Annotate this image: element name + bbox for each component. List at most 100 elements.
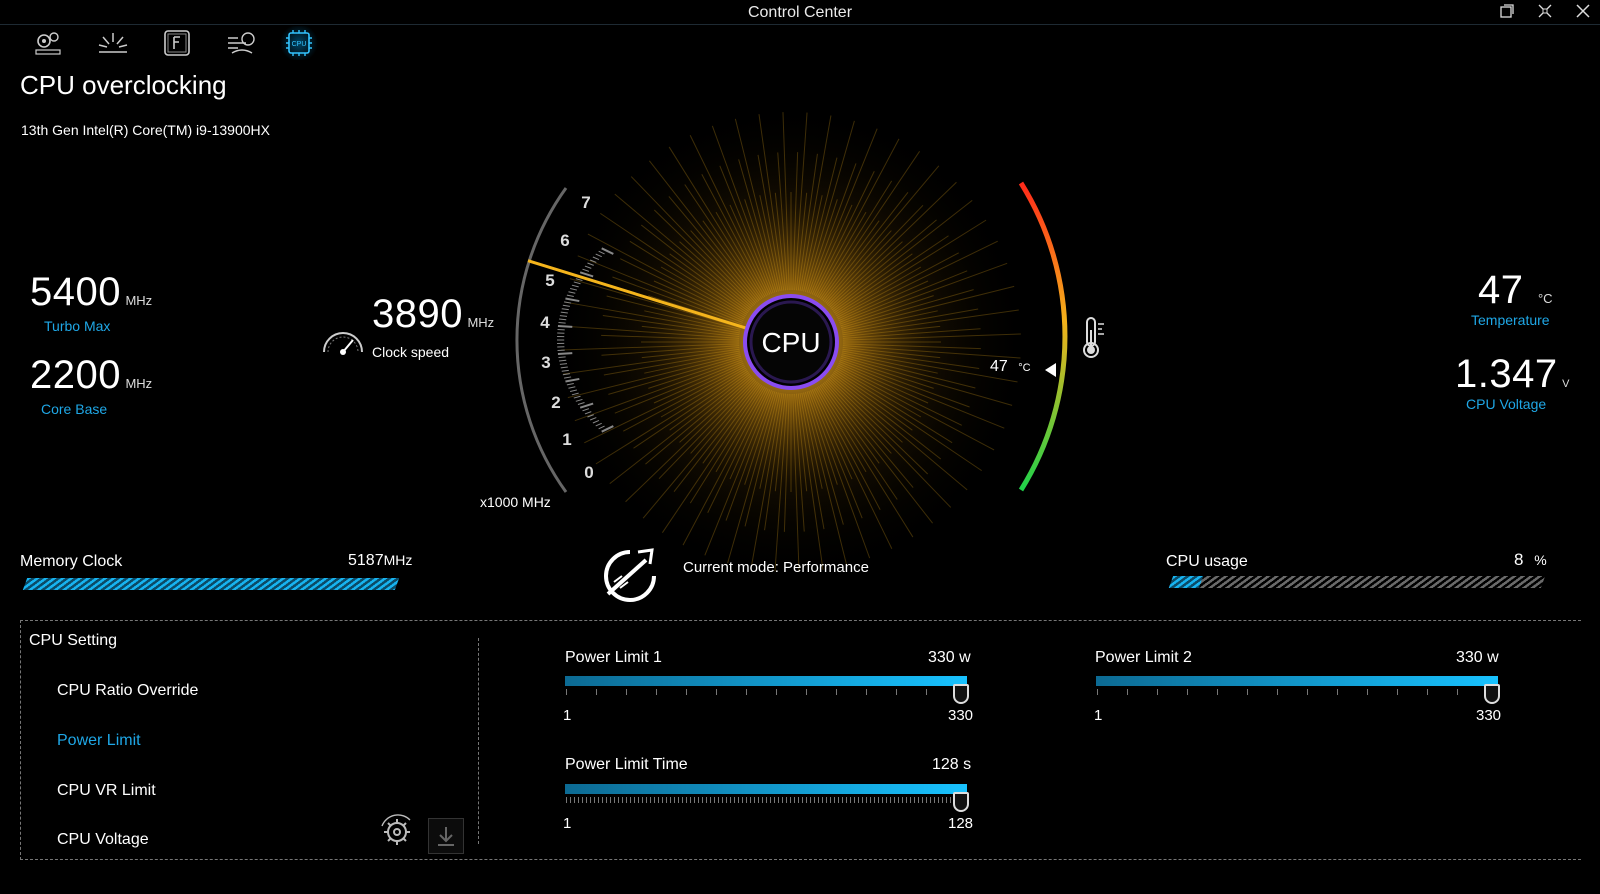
memory-clock-value: 5187 xyxy=(348,552,384,569)
pl1-ticks xyxy=(566,689,958,695)
plt-slider-thumb[interactable] xyxy=(953,792,969,812)
pl1-slider[interactable] xyxy=(565,676,967,686)
pl1-value: 330 xyxy=(928,649,955,666)
tick-label-1: 1 xyxy=(562,430,571,449)
pl1-min: 1 xyxy=(563,707,572,724)
pl1-readout: 330 w xyxy=(928,649,971,667)
pl1-slider-thumb[interactable] xyxy=(953,684,969,704)
clock-speed-unit: MHz xyxy=(467,315,495,330)
voltage-value: 1.347 xyxy=(1455,352,1558,396)
memory-clock-readout: 5187MHz xyxy=(348,552,412,570)
plt-slider-fill xyxy=(565,784,967,794)
cpu-center-label: CPU xyxy=(761,327,820,358)
tick-label-4: 4 xyxy=(540,313,550,332)
pl2-slider[interactable] xyxy=(1096,676,1498,686)
plt-readout: 128 s xyxy=(932,756,971,774)
pl1-max: 330 xyxy=(948,707,974,724)
menu-power-limit[interactable]: Power Limit xyxy=(57,732,141,750)
pl1-unit: w xyxy=(959,649,971,666)
memory-clock-bar xyxy=(22,578,400,590)
menu-cpu-voltage[interactable]: CPU Voltage xyxy=(57,831,149,849)
thermometer-icon xyxy=(1080,316,1106,365)
fan-icon[interactable] xyxy=(220,26,262,60)
memory-clock-label: Memory Clock xyxy=(20,553,123,570)
core-base-label: Core Base xyxy=(41,401,108,417)
temperature-label: Temperature xyxy=(1471,312,1550,328)
menu-cpu-ratio-override[interactable]: CPU Ratio Override xyxy=(57,682,198,700)
tick-label-0: 0 xyxy=(584,463,593,482)
core-base-stat: 2200 MHz xyxy=(30,353,152,398)
cpu-setting-title: CPU Setting xyxy=(29,632,118,649)
temperature-pointer xyxy=(1045,363,1056,377)
pl2-max: 330 xyxy=(1476,707,1502,724)
compact-icon[interactable] xyxy=(1530,0,1560,22)
clock-speed-label: Clock speed xyxy=(372,344,450,360)
core-base-value: 2200 xyxy=(30,353,121,397)
plt-unit: s xyxy=(963,756,972,773)
tick-label-3: 3 xyxy=(541,353,550,372)
page-title: CPU overclocking xyxy=(20,70,227,100)
svg-text:CPU: CPU xyxy=(292,41,307,48)
gauge-temp-readout: 47 °C xyxy=(990,358,1031,376)
gauge-scale-label: x1000 MHz xyxy=(480,494,551,510)
cpu-usage-value: 8 xyxy=(1514,550,1524,569)
cpu-usage-unit: % xyxy=(1534,552,1547,568)
pl2-slider-fill xyxy=(1096,676,1498,686)
turbo-max-unit: MHz xyxy=(125,293,153,308)
cpu-usage-label: CPU usage xyxy=(1166,553,1248,570)
memory-clock-bar-fill xyxy=(22,578,400,590)
restore-icon[interactable] xyxy=(1492,0,1522,22)
gauge-temp-value: 47 xyxy=(990,358,1008,375)
tick-label-6: 6 xyxy=(560,231,569,250)
download-icon[interactable] xyxy=(428,818,464,854)
speedometer-icon xyxy=(320,318,366,363)
memory-clock-unit: MHz xyxy=(383,552,413,568)
pl1-slider-fill xyxy=(565,676,967,686)
plt-ticks xyxy=(566,797,958,803)
pl2-ticks xyxy=(1097,689,1489,695)
pl2-unit: w xyxy=(1487,649,1499,666)
pl2-label: Power Limit 2 xyxy=(1095,649,1192,666)
panel-divider xyxy=(478,638,479,844)
window-title: Control Center xyxy=(747,4,853,21)
performance-mode-icon xyxy=(600,546,660,611)
cpu-usage-bar xyxy=(1168,576,1546,588)
clock-speed-stat: 3890 MHz xyxy=(372,292,494,337)
pl2-slider-thumb[interactable] xyxy=(1484,684,1500,704)
settings-icon[interactable] xyxy=(27,26,69,60)
pl2-min: 1 xyxy=(1094,707,1103,724)
plt-slider[interactable] xyxy=(565,784,967,794)
temperature-unit: °C xyxy=(1537,291,1553,306)
tick-label-7: 7 xyxy=(581,193,590,212)
gauge-temp-unit: °C xyxy=(1018,362,1031,374)
voltage-unit: V xyxy=(1562,378,1570,390)
temperature-value: 47 xyxy=(1478,268,1524,312)
menu-cpu-vr-limit[interactable]: CPU VR Limit xyxy=(57,782,156,800)
turbo-max-stat: 5400 MHz xyxy=(30,270,152,315)
voltage-stat: 1.347 V xyxy=(1455,352,1569,397)
cpu-tab-icon[interactable]: CPU xyxy=(278,26,320,60)
plt-min: 1 xyxy=(563,815,572,832)
current-mode-text: Current mode: Performance xyxy=(683,559,869,576)
clock-speed-value: 3890 xyxy=(372,292,463,336)
close-icon[interactable] xyxy=(1568,0,1598,22)
pl2-readout: 330 w xyxy=(1456,649,1499,667)
plt-max: 128 xyxy=(948,815,974,832)
turbo-max-value: 5400 xyxy=(30,270,121,314)
pl2-value: 330 xyxy=(1456,649,1483,666)
reset-settings-icon[interactable] xyxy=(376,812,418,857)
voltage-label: CPU Voltage xyxy=(1466,396,1547,412)
cpu-model: 13th Gen Intel(R) Core(TM) i9-13900HX xyxy=(21,122,270,138)
cpu-usage-readout: 8 % xyxy=(1514,550,1547,570)
cpu-usage-bar-fill xyxy=(1168,576,1203,588)
temperature-stat: 47 °C xyxy=(1478,268,1553,313)
cpu-setting-panel xyxy=(20,620,1581,860)
turbo-max-label: Turbo Max xyxy=(44,318,111,334)
cpu-gauge: 0 1 2 3 4 5 6 7 CPU xyxy=(515,102,1068,580)
tick-label-2: 2 xyxy=(551,393,560,412)
lighting-icon[interactable] xyxy=(92,26,134,60)
tick-label-5: 5 xyxy=(545,271,554,290)
pl1-label: Power Limit 1 xyxy=(565,649,662,666)
fn-key-icon[interactable] xyxy=(156,26,198,60)
plt-value: 128 xyxy=(932,756,959,773)
